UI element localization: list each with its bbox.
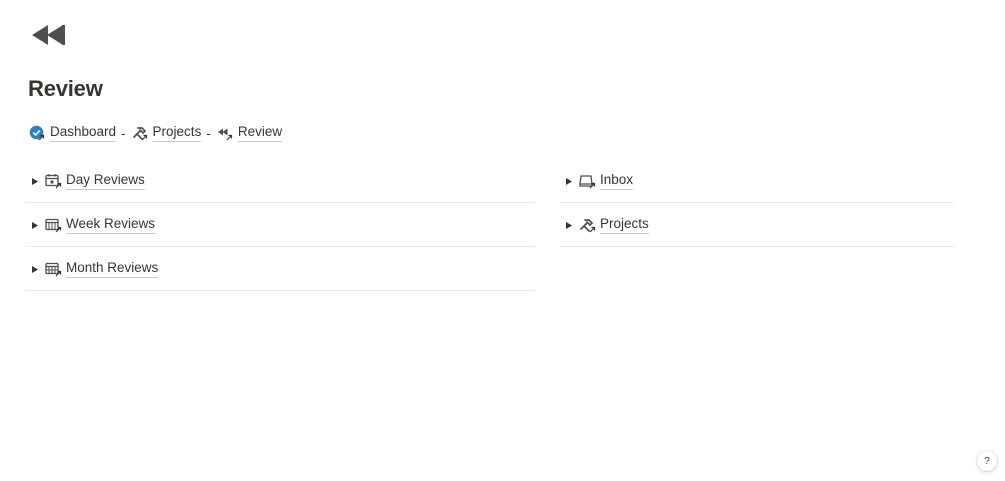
- calendar-week-icon: [45, 217, 62, 233]
- breadcrumb: Dashboard - Projects - Review: [29, 124, 283, 142]
- toggle-triangle-icon[interactable]: [562, 221, 576, 229]
- toggle-projects[interactable]: Projects: [560, 204, 955, 247]
- rewind-icon: [30, 22, 68, 48]
- breadcrumb-link-review[interactable]: Review: [217, 124, 283, 142]
- rewind-icon: [217, 128, 232, 141]
- page-title: Review: [28, 76, 103, 101]
- toggle-triangle-icon[interactable]: [28, 177, 42, 185]
- breadcrumb-link-projects[interactable]: Projects: [132, 124, 202, 142]
- breadcrumb-label: Dashboard: [50, 124, 117, 142]
- toggle-week-reviews[interactable]: Week Reviews: [26, 204, 535, 247]
- toggle-label[interactable]: Month Reviews: [66, 260, 159, 278]
- help-button[interactable]: ?: [977, 451, 997, 471]
- calendar-month-icon: [45, 261, 62, 277]
- breadcrumb-label: Projects: [152, 124, 202, 142]
- inbox-icon: [579, 173, 596, 189]
- toggle-triangle-icon[interactable]: [562, 177, 576, 185]
- toggle-label[interactable]: Projects: [600, 216, 649, 234]
- toggle-label[interactable]: Day Reviews: [66, 172, 145, 190]
- breadcrumb-link-dashboard[interactable]: Dashboard: [29, 124, 117, 142]
- tools-icon: [579, 217, 596, 233]
- breadcrumb-separator: -: [121, 125, 126, 141]
- toggle-label[interactable]: Inbox: [600, 172, 634, 190]
- tools-icon: [132, 127, 147, 141]
- toggle-triangle-icon[interactable]: [28, 265, 42, 273]
- toggle-label[interactable]: Week Reviews: [66, 216, 156, 234]
- breadcrumb-label: Review: [237, 124, 283, 142]
- toggle-inbox[interactable]: Inbox: [560, 160, 955, 203]
- toggle-day-reviews[interactable]: Day Reviews: [26, 160, 535, 203]
- toggle-triangle-icon[interactable]: [28, 221, 42, 229]
- toggle-month-reviews[interactable]: Month Reviews: [26, 248, 535, 291]
- check-circle-icon: [29, 125, 45, 141]
- right-column: Inbox Projects: [560, 160, 955, 248]
- left-column: Day Reviews Week Reviews Month Reviews: [26, 160, 535, 292]
- breadcrumb-separator: -: [206, 125, 211, 141]
- calendar-day-icon: [45, 173, 62, 189]
